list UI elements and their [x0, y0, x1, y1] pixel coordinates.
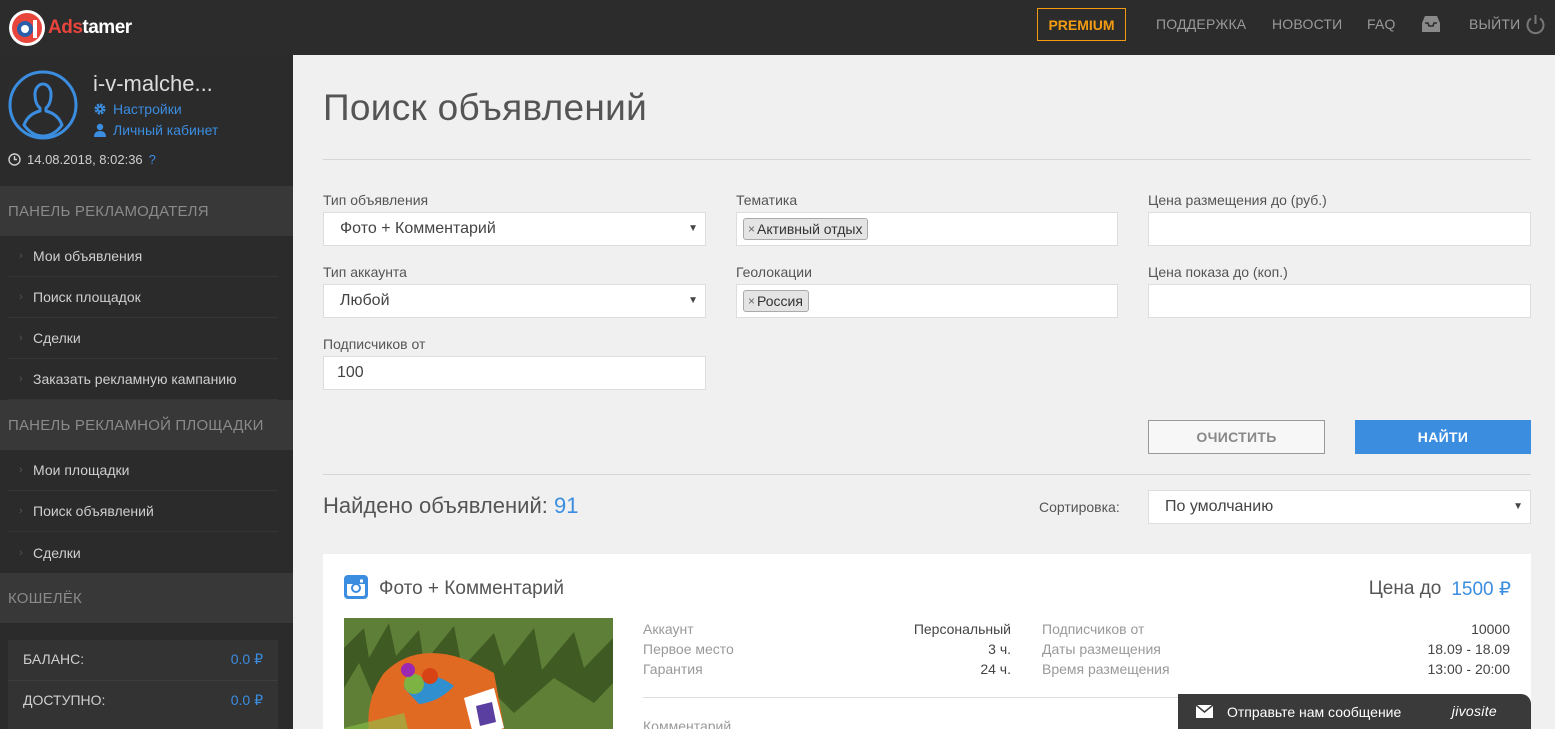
clear-button[interactable]: ОЧИСТИТЬ: [1148, 420, 1325, 454]
wallet-balance-row: БАЛАНС: 0.0 ₽: [23, 651, 263, 667]
sidebar-item-my-platforms[interactable]: › Мои площадки: [8, 450, 278, 491]
account-value: Персональный: [913, 621, 1011, 637]
results-count-value: 91: [553, 493, 579, 518]
find-button[interactable]: НАЙТИ: [1355, 420, 1531, 454]
chevron-right-icon: ›: [19, 464, 23, 476]
chevron-right-icon: ›: [19, 250, 23, 262]
subscribers-from-label: Подписчиков от: [1042, 621, 1145, 637]
top-bar: Adstamer PREMIUM ПОДДЕРЖКА НОВОСТИ FAQ В…: [0, 0, 1555, 55]
session-datetime: 14.08.2018, 8:02:36 ?: [8, 152, 156, 167]
logout-link[interactable]: ВЫЙТИ: [1469, 16, 1520, 32]
divider: [323, 474, 1531, 475]
clock-icon: [8, 153, 21, 166]
account-label: Аккаунт: [643, 621, 694, 637]
wallet-balance-value: 0.0 ₽: [230, 651, 263, 667]
logo-icon: [9, 10, 45, 46]
chevron-right-icon: ›: [19, 546, 23, 559]
sort-select[interactable]: По умолчанию ▼: [1148, 490, 1531, 524]
ad-photo[interactable]: [344, 618, 613, 729]
sidebar-item-deals[interactable]: › Сделки: [8, 318, 278, 359]
placement-dates-label: Даты размещения: [1042, 641, 1161, 657]
nav-news-link[interactable]: НОВОСТИ: [1272, 16, 1342, 32]
logo-text: Adstamer: [48, 17, 132, 38]
sidebar-item-my-ads[interactable]: › Мои объявления: [8, 236, 278, 277]
geo-tags-input[interactable]: × Россия: [736, 284, 1118, 318]
wallet-available-row: ДОСТУПНО: 0.0 ₽: [23, 692, 263, 708]
subscribers-input[interactable]: 100: [323, 356, 706, 390]
chevron-right-icon: ›: [19, 505, 23, 517]
sidebar-item-search-ads[interactable]: › Поиск объявлений: [8, 491, 278, 532]
price-view-label: Цена показа до (коп.): [1148, 264, 1288, 280]
price-view-input[interactable]: [1148, 284, 1531, 318]
guarantee-label: Гарантия: [643, 661, 703, 677]
wallet-available-value: 0.0 ₽: [230, 692, 263, 708]
sidebar-item-search-platforms[interactable]: › Поиск площадок: [8, 277, 278, 318]
ad-type-label: Тип объявления: [323, 192, 429, 208]
dropdown-arrow-icon: ▼: [1513, 501, 1523, 512]
placement-time-label: Время размещения: [1042, 661, 1170, 677]
sidebar-item-order-campaign[interactable]: › Заказать рекламную кампанию: [8, 359, 278, 400]
chat-widget-brand: jivosite: [1451, 703, 1497, 719]
user-avatar-icon[interactable]: [8, 70, 78, 140]
sidebar-item-platform-deals[interactable]: › Сделки: [8, 532, 278, 573]
divider: [8, 680, 278, 681]
chevron-right-icon: ›: [19, 373, 23, 385]
ad-card-price-value: 1500 ₽: [1451, 579, 1511, 600]
ad-card-price: Цена до 1500 ₽: [1368, 578, 1511, 600]
sidebar: i-v-malche... Настройки Личный кабинет 1…: [0, 55, 293, 729]
dropdown-arrow-icon: ▼: [688, 295, 698, 306]
gear-icon: [94, 103, 106, 115]
dropdown-arrow-icon: ▼: [688, 223, 698, 234]
geo-tag: × Россия: [743, 290, 809, 312]
nav-faq-link[interactable]: FAQ: [1367, 16, 1396, 32]
chat-widget[interactable]: Отправьте нам сообщение jivosite: [1178, 694, 1531, 729]
results-count: Найдено объявлений: 91: [323, 493, 579, 518]
chevron-right-icon: ›: [19, 332, 23, 344]
placement-dates-value: 18.09 - 18.09: [1427, 641, 1510, 657]
sort-label: Сортировка:: [1039, 499, 1120, 515]
instagram-icon: [344, 575, 368, 599]
theme-tag: × Активный отдых: [743, 218, 869, 240]
tag-remove-icon[interactable]: ×: [748, 222, 755, 236]
wallet-box: БАЛАНС: 0.0 ₽ ДОСТУПНО: 0.0 ₽: [8, 640, 278, 729]
theme-tags-input[interactable]: × Активный отдых: [736, 212, 1118, 246]
premium-button[interactable]: PREMIUM: [1037, 8, 1126, 41]
advertiser-panel-header: ПАНЕЛЬ РЕКЛАМОДАТЕЛЯ: [0, 186, 293, 236]
inbox-icon[interactable]: [1421, 15, 1441, 33]
first-place-label: Первое место: [643, 641, 734, 657]
help-link[interactable]: ?: [149, 152, 156, 167]
ad-card-title[interactable]: Фото + Комментарий: [379, 578, 564, 600]
logo[interactable]: Adstamer: [8, 9, 132, 47]
username: i-v-malche...: [93, 71, 213, 96]
guarantee-value: 24 ч.: [980, 661, 1011, 677]
placement-time-value: 13:00 - 20:00: [1427, 661, 1510, 677]
first-place-value: 3 ч.: [988, 641, 1011, 657]
price-place-input[interactable]: [1148, 212, 1531, 246]
platform-panel-header: ПАНЕЛЬ РЕКЛАМНОЙ ПЛОЩАДКИ: [0, 400, 293, 450]
account-type-label: Тип аккаунта: [323, 264, 407, 280]
comment-label: Комментарий: [643, 718, 732, 729]
settings-link[interactable]: Настройки: [93, 101, 182, 117]
cabinet-link[interactable]: Личный кабинет: [93, 122, 218, 138]
subscribers-label: Подписчиков от: [323, 336, 426, 352]
chat-widget-message: Отправьте нам сообщение: [1227, 703, 1402, 720]
divider: [323, 159, 1531, 160]
wallet-header: КОШЕЛЁК: [0, 573, 293, 623]
user-icon: [94, 123, 106, 137]
price-place-label: Цена размещения до (руб.): [1148, 192, 1327, 208]
geo-label: Геолокации: [736, 264, 812, 280]
subscribers-from-value: 10000: [1471, 621, 1510, 637]
power-icon[interactable]: [1525, 14, 1546, 35]
mail-icon: [1196, 705, 1213, 718]
ad-type-select[interactable]: Фото + Комментарий ▼: [323, 212, 706, 246]
chevron-right-icon: ›: [19, 291, 23, 303]
page-title: Поиск объявлений: [323, 87, 648, 128]
nav-support-link[interactable]: ПОДДЕРЖКА: [1156, 16, 1246, 32]
account-type-select[interactable]: Любой ▼: [323, 284, 706, 318]
main-content: Поиск объявлений Тип объявления Фото + К…: [293, 55, 1555, 729]
theme-label: Тематика: [736, 192, 798, 208]
tag-remove-icon[interactable]: ×: [748, 294, 755, 308]
